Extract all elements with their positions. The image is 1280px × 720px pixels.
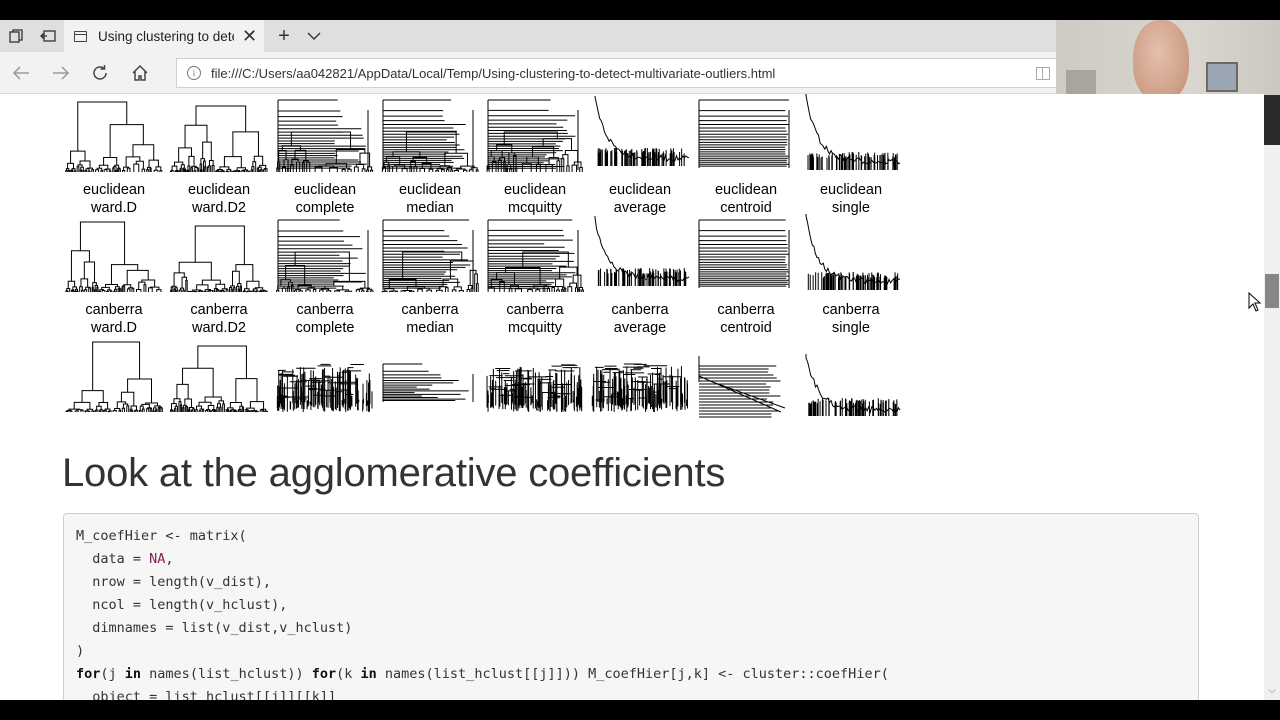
dendrogram-thumbnail [594, 96, 690, 166]
home-icon[interactable] [125, 58, 155, 88]
dendrogram-thumbnail [805, 354, 901, 416]
dendrogram-thumbnail [486, 99, 583, 172]
dendrogram-method-label: average [614, 320, 666, 336]
code-line: dimnames = list(v_dist,v_hclust) [76, 620, 353, 636]
dendrogram-thumbnail [381, 99, 479, 172]
mouse-pointer-icon [1248, 292, 1262, 312]
set-tabs-aside-icon[interactable] [32, 20, 64, 52]
section-heading: Look at the agglomerative coefficients [62, 451, 726, 495]
tab-title: Using clustering to dete [98, 28, 234, 44]
dendrogram-thumbnail [276, 219, 374, 292]
screen-bottom-border [0, 700, 1280, 720]
dendrogram-thumbnail [594, 216, 690, 286]
dendrogram-distance-label: canberra [296, 302, 354, 318]
dendrogram-method-label: mcquitty [508, 320, 563, 336]
dendrogram-distance-label: canberra [401, 302, 459, 318]
dendrogram-thumbnail [486, 364, 583, 412]
dendrogram-thumbnail [698, 219, 790, 288]
dendrogram-method-label: ward.D2 [191, 200, 246, 216]
dendrogram-method-label: median [406, 320, 454, 336]
dendrogram-thumbnail [698, 99, 790, 168]
dendrogram-method-label: complete [296, 320, 355, 336]
tab-list-chevron-icon[interactable] [298, 20, 330, 52]
dendrogram-distance-label: euclidean [820, 182, 882, 198]
dendrogram-thumbnail [698, 356, 786, 418]
code-line: object = list_hclust[[j]][[k]] [76, 689, 337, 700]
dendrogram-thumbnail [591, 363, 689, 412]
url-field[interactable]: i file:///C:/Users/aa042821/AppData/Loca… [176, 58, 1056, 88]
tab-manager-icon[interactable] [0, 20, 32, 52]
dendrogram-thumbnail [170, 345, 268, 413]
scrollbar-thumb[interactable] [1265, 274, 1279, 308]
dendrogram-distance-label: euclidean [609, 182, 671, 198]
dendrogram-distance-label: canberra [717, 302, 775, 318]
dendrogram-thumbnail [65, 341, 163, 413]
dendrogram-grid: euclidean ward.D euclidean ward.D2 euclidean… [65, 94, 901, 418]
dendrogram-distance-label: euclidean [715, 182, 777, 198]
dendrogram-thumbnail [487, 219, 584, 292]
dendrogram-thumbnail [805, 214, 901, 290]
dendrogram-distance-label: canberra [822, 302, 880, 318]
dendrogram-distance-label: euclidean [83, 182, 145, 198]
dendrogram-method-label: ward.D [90, 200, 137, 216]
dendrogram-thumbnail [276, 363, 373, 412]
dendrogram-thumbnail [169, 105, 268, 173]
scroll-down-arrow-icon[interactable]: ⌵ [1264, 684, 1280, 698]
dendrogram-method-label: median [406, 200, 454, 216]
dendrogram-method-label: single [832, 200, 870, 216]
tab-close-button[interactable]: ✕ [242, 27, 257, 45]
dendrogram-method-label: ward.D [90, 320, 137, 336]
dendrogram-method-label: centroid [720, 320, 772, 336]
tab-bar: Using clustering to dete ✕ + [0, 20, 1056, 52]
new-tab-button[interactable]: + [268, 20, 300, 52]
dendrogram-distance-label: euclidean [399, 182, 461, 198]
dendrogram-distance-label: euclidean [188, 182, 250, 198]
code-line: ) [76, 643, 85, 659]
dendrogram-thumbnail [276, 99, 374, 172]
dendrogram-distance-label: canberra [506, 302, 564, 318]
code-line: for(j in names(list_hclust)) for(k in na… [76, 666, 889, 682]
tab-active[interactable]: Using clustering to dete ✕ [64, 20, 264, 52]
dendrogram-distance-label: canberra [190, 302, 248, 318]
presenter-head [1133, 20, 1189, 102]
reading-view-icon[interactable] [1036, 67, 1050, 80]
dendrogram-method-label: mcquitty [508, 200, 563, 216]
dendrogram-distance-label: euclidean [294, 182, 356, 198]
page-content: euclidean ward.D euclidean ward.D2 euclidean… [0, 94, 1264, 700]
dendrogram-thumbnail [65, 221, 162, 292]
back-arrow-icon[interactable] [6, 58, 36, 88]
dendrogram-thumbnail [65, 101, 163, 172]
dendrogram-distance-label: euclidean [504, 182, 566, 198]
background-monitor [1264, 95, 1280, 145]
dendrogram-thumbnail [805, 94, 901, 170]
dendrogram-method-label: single [832, 320, 870, 336]
info-icon[interactable]: i [187, 66, 201, 80]
address-bar: i file:///C:/Users/aa042821/AppData/Loca… [0, 52, 1056, 94]
code-line: nrow = length(v_dist), [76, 574, 272, 590]
dendrogram-method-label: average [614, 200, 666, 216]
dendrogram-method-label: complete [296, 200, 355, 216]
background-picture [1206, 62, 1238, 92]
dendrogram-distance-label: canberra [85, 302, 143, 318]
refresh-icon[interactable] [85, 58, 115, 88]
code-line: M_coefHier <- matrix( [76, 528, 247, 544]
page-icon [74, 30, 87, 42]
dendrogram-method-label: ward.D2 [191, 320, 246, 336]
dendrogram-thumbnail [381, 219, 479, 293]
code-block: M_coefHier <- matrix( data = NA, nrow = … [63, 513, 1199, 700]
dendrogram-distance-label: canberra [611, 302, 669, 318]
dendrogram-method-label: centroid [720, 200, 772, 216]
dendrogram-thumbnail [382, 363, 474, 402]
scrollbar-track[interactable] [1264, 145, 1280, 700]
screen-top-border [0, 0, 1280, 20]
code-line: ncol = length(v_hclust), [76, 597, 288, 613]
url-text: file:///C:/Users/aa042821/AppData/Local/… [211, 65, 776, 81]
forward-arrow-icon[interactable] [46, 58, 76, 88]
code-line: data = NA, [76, 551, 174, 567]
dendrogram-thumbnail [170, 225, 268, 293]
